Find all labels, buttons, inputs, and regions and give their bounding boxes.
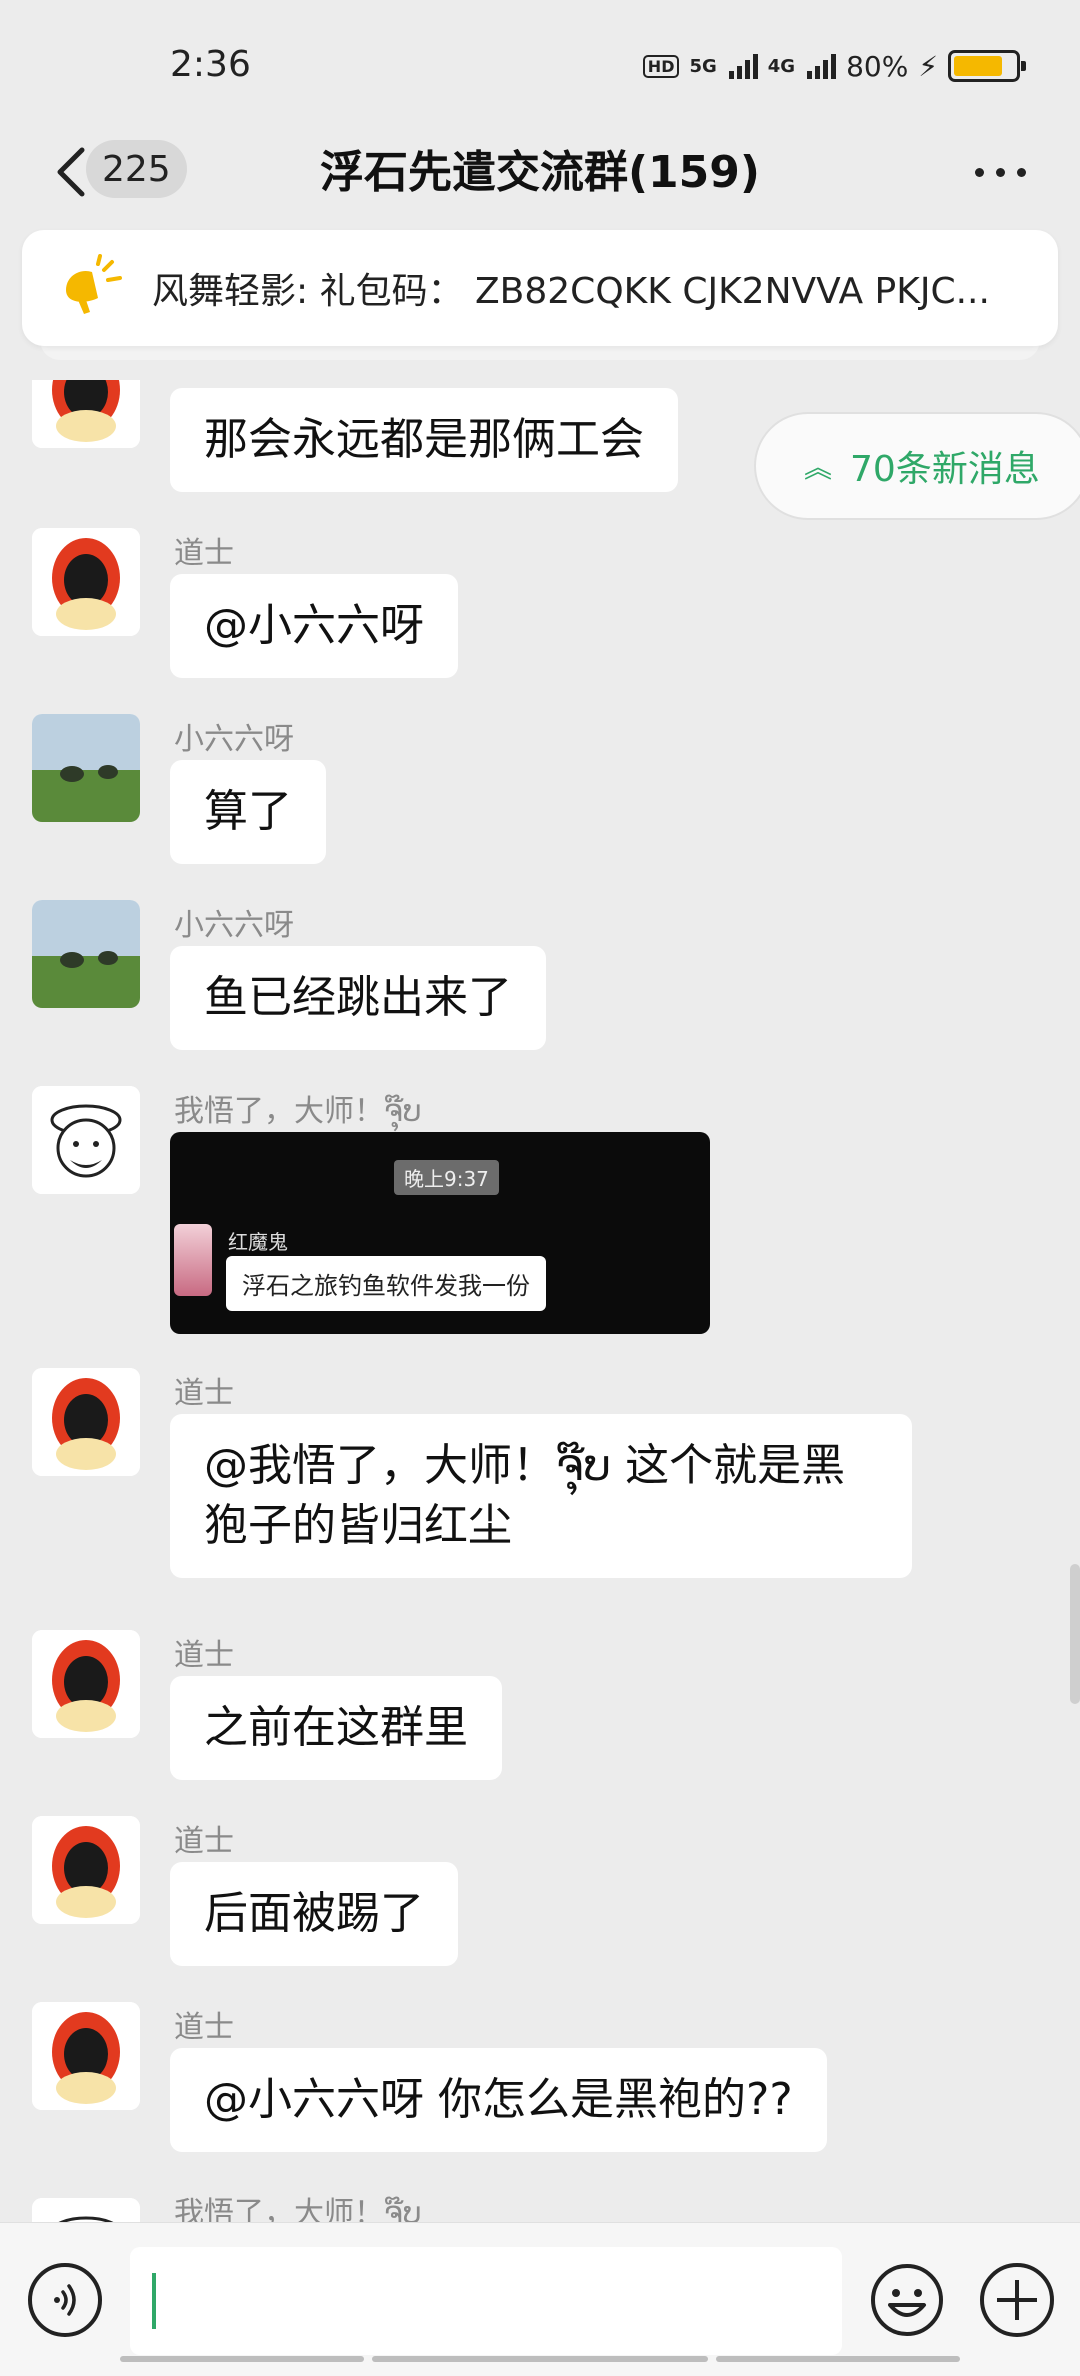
- image-time-label: 晚上9:37: [394, 1160, 499, 1195]
- message-line: @我悟了，大师！ຈຸ໊ບ 这个就是黑: [204, 1440, 846, 1491]
- status-bar: 2:36 HD 5G 4G 80% ⚡: [0, 0, 1080, 130]
- page-title: 浮石先遣交流群(159): [319, 147, 761, 198]
- sender-name: 我悟了，大师！ຈຸ໊ບ: [174, 2196, 422, 2222]
- image-message[interactable]: 晚上9:37 红魔鬼 浮石之旅钓鱼软件发我一份: [170, 1132, 710, 1334]
- avatar-daoshi[interactable]: [32, 380, 140, 448]
- gesture-bar-segment: [120, 2356, 364, 2362]
- image-quote-bubble: 浮石之旅钓鱼软件发我一份: [226, 1256, 546, 1311]
- more-button[interactable]: [960, 152, 1040, 192]
- sender-name: 我悟了，大师！ຈຸ໊ບ: [174, 1094, 422, 1129]
- more-dot: [1016, 167, 1026, 177]
- battery-level-fill: [954, 56, 1002, 76]
- megaphone-icon: [66, 254, 122, 314]
- avatar-image: [32, 2002, 140, 2110]
- battery-percent: 80%: [846, 49, 909, 83]
- sender-name: 道士: [174, 1824, 234, 1859]
- avatar-daoshi[interactable]: [32, 528, 140, 636]
- voice-icon: [54, 2284, 76, 2316]
- charging-icon: ⚡: [918, 49, 938, 83]
- more-dots-icon: [974, 167, 984, 177]
- double-chevron-up-icon: ︽: [804, 451, 833, 484]
- sender-name: 道士: [174, 536, 234, 571]
- emoji-icon[interactable]: [870, 2263, 944, 2337]
- sender-name: 道士: [174, 1376, 234, 1411]
- input-bar: [0, 2222, 1080, 2376]
- signal-5g-icon: [728, 53, 758, 79]
- sender-name: 小六六呀: [174, 722, 294, 757]
- avatar-image: [32, 528, 140, 636]
- avatar-image: [32, 380, 140, 448]
- text-caret: [152, 2273, 156, 2329]
- avatar-wuliao[interactable]: [32, 1086, 140, 1194]
- avatar-image: [32, 1816, 140, 1924]
- message-bubble[interactable]: 那会永远都是那俩工会: [170, 388, 678, 492]
- new-messages-button[interactable]: ︽ 70条新消息: [754, 412, 1080, 520]
- message-input[interactable]: [130, 2247, 842, 2355]
- avatar-xiaoliuliu[interactable]: [32, 900, 140, 1008]
- message-bubble[interactable]: 之前在这群里: [170, 1676, 502, 1780]
- image-sender-name: 红魔鬼: [228, 1230, 288, 1254]
- avatar-daoshi[interactable]: [32, 1630, 140, 1738]
- scrollbar[interactable]: [1070, 1564, 1080, 1704]
- message-line: 狍子的皆归红尘: [204, 1500, 512, 1551]
- avatar-daoshi[interactable]: [32, 1368, 140, 1476]
- hd-icon: HD: [642, 54, 680, 78]
- message-bubble[interactable]: 算了: [170, 760, 326, 864]
- battery-icon: [948, 50, 1026, 82]
- group-announcement[interactable]: 风舞轻影: 礼包码： ZB82CQKK CJK2NVVA PKJC...: [22, 230, 1058, 346]
- status-icons: HD 5G 4G 80% ⚡: [642, 46, 1026, 86]
- avatar-image: [32, 1368, 140, 1476]
- sender-name: 道士: [174, 1638, 234, 1673]
- signal-4g-icon: [807, 53, 837, 79]
- status-time: 2:36: [170, 44, 251, 85]
- avatar-image: [32, 900, 140, 1008]
- network-4g-label: 4G: [767, 55, 796, 77]
- avatar-xiaoliuliu[interactable]: [32, 714, 140, 822]
- voice-button[interactable]: [28, 2263, 102, 2337]
- avatar-image: [32, 714, 140, 822]
- avatar-image: [32, 2198, 140, 2222]
- announcement-text: 风舞轻影: 礼包码： ZB82CQKK CJK2NVVA PKJC...: [152, 271, 990, 312]
- more-dot: [995, 167, 1005, 177]
- chat-header: 225 浮石先遣交流群(159): [0, 118, 1080, 228]
- message-bubble[interactable]: 后面被踢了: [170, 1862, 458, 1966]
- network-5g-label: 5G: [689, 55, 717, 77]
- plus-icon[interactable]: [980, 2263, 1054, 2337]
- avatar-wuliao[interactable]: [32, 2198, 140, 2222]
- avatar-daoshi[interactable]: [32, 1816, 140, 1924]
- message-bubble[interactable]: @小六六呀: [170, 574, 458, 678]
- message-bubble[interactable]: @我悟了，大师！ຈຸ໊ບ 这个就是黑 狍子的皆归红尘: [170, 1414, 912, 1578]
- message-bubble[interactable]: @小六六呀 你怎么是黑袍的??: [170, 2048, 827, 2152]
- gesture-bar-segment: [716, 2356, 960, 2362]
- new-messages-label: 70条新消息: [850, 449, 1040, 490]
- avatar-daoshi[interactable]: [32, 2002, 140, 2110]
- sender-name: 道士: [174, 2010, 234, 2045]
- message-list[interactable]: 那会永远都是那俩工会 道士 @小六六呀 小六六呀 算了 小六六呀 鱼已经跳出来了…: [0, 380, 1080, 2222]
- avatar-image: [32, 1086, 140, 1194]
- avatar-image: [32, 1630, 140, 1738]
- message-bubble[interactable]: 鱼已经跳出来了: [170, 946, 546, 1050]
- sender-name: 小六六呀: [174, 908, 294, 943]
- gesture-bar-segment: [372, 2356, 708, 2362]
- image-avatar: [174, 1224, 212, 1296]
